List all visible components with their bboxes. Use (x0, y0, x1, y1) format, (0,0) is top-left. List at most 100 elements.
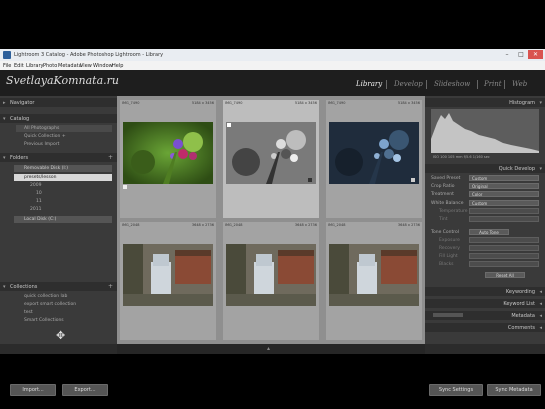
folder-item-2009[interactable]: 2009 (30, 183, 41, 188)
photo-thumbnail (226, 244, 316, 306)
catalog-item-all[interactable]: All Photographs (24, 126, 59, 131)
photo-thumbnail (226, 122, 316, 184)
module-library[interactable]: Library (356, 80, 382, 88)
grid-cell[interactable]: IMG_7490 5184 x 3456 (120, 100, 216, 218)
fill-light-arrows[interactable] (469, 253, 539, 259)
blacks-arrows[interactable] (469, 261, 539, 267)
fill-light-label: Fill Light (439, 254, 458, 259)
quick-develop-header[interactable]: Quick Develop ▾ (425, 164, 545, 173)
import-button[interactable]: Import... (10, 384, 56, 396)
volume2-label[interactable]: Local Disk (C:) (24, 217, 56, 222)
grid-cell[interactable]: IMG_7490 5184 x 3456 (326, 100, 422, 218)
collection-item[interactable]: test (24, 310, 33, 315)
menu-bar: File Edit Library Photo Metadata View Wi… (0, 61, 545, 70)
reset-all-button[interactable]: Reset All (485, 272, 525, 278)
badge-icon (411, 178, 415, 182)
crop-ratio-select[interactable]: Original (469, 183, 539, 189)
folders-header[interactable]: ▾ Folders + (0, 153, 117, 162)
collapse-triangle-icon: ◂ (539, 301, 542, 307)
white-balance-label: White Balance (431, 201, 464, 206)
grid-cell[interactable]: IMG_2048 3648 x 2736 (223, 222, 319, 340)
minimize-button[interactable]: – (500, 50, 514, 59)
right-panel: Histogram ▾ ISO 100 105 mm f/5.6 1/160 s… (425, 96, 545, 396)
add-collection-icon[interactable]: + (108, 283, 113, 290)
module-print[interactable]: Print (484, 80, 502, 88)
export-button[interactable]: Export... (62, 384, 108, 396)
exposure-arrows[interactable] (469, 237, 539, 243)
temperature-arrows[interactable] (469, 208, 539, 214)
expand-triangle-icon: ▾ (539, 100, 542, 106)
menu-help[interactable]: Help (112, 63, 123, 69)
collapse-triangle-icon: ◂ (539, 289, 542, 295)
folder-item-10[interactable]: 10 (36, 191, 42, 196)
left-panel: ▸ Navigator ▾ Catalog All Photographs Qu… (0, 96, 117, 396)
module-separator (477, 80, 478, 89)
blacks-label: Blacks (439, 262, 454, 267)
menu-view[interactable]: View (80, 63, 92, 69)
metadata-preset-select[interactable] (433, 313, 463, 317)
saved-preset-select[interactable]: Custom (469, 175, 539, 181)
menu-photo[interactable]: Photo (43, 63, 57, 69)
comments-header[interactable]: Comments ◂ (425, 323, 545, 332)
recovery-label: Recovery (439, 246, 460, 251)
recovery-arrows[interactable] (469, 245, 539, 251)
photo-grid: IMG_7490 5184 x 3456 IMG_7490 5184 x 345… (117, 96, 425, 344)
catalog-item-previous[interactable]: Previous Import (24, 142, 59, 147)
folder-item-2011[interactable]: 2011 (30, 207, 41, 212)
navigator-header[interactable]: ▸ Navigator (0, 98, 117, 107)
collection-item[interactable]: Smart Collections (24, 318, 64, 323)
grid-cell[interactable]: IMG_2048 3648 x 2736 (120, 222, 216, 340)
collections-header[interactable]: ▾ Collections + (0, 282, 117, 291)
collection-item[interactable]: export smart collection (24, 302, 76, 307)
module-separator (386, 80, 387, 89)
keyword-list-header[interactable]: Keyword List ◂ (425, 299, 545, 308)
histogram-readout: ISO 100 105 mm f/5.6 1/160 sec (433, 155, 490, 159)
catalog-item-quick[interactable]: Quick Collection + (24, 134, 66, 139)
close-button[interactable]: ✕ (528, 50, 543, 59)
crop-ratio-label: Crop Ratio (431, 184, 455, 189)
keywording-header[interactable]: Keywording ◂ (425, 287, 545, 296)
volume-label[interactable]: Removable Disk (I:) (24, 166, 68, 171)
collection-item[interactable]: quick collection lab (24, 294, 67, 299)
grid-cell[interactable]: IMG_2048 3648 x 2736 (326, 222, 422, 340)
toolbar-toggle-icon[interactable]: ▴ (267, 345, 270, 352)
badge-icon (308, 178, 312, 182)
expand-triangle-icon: ▾ (3, 284, 6, 290)
menu-window[interactable]: Window (93, 63, 113, 69)
identity-bar: SvetlayaKomnata.ru Library Develop Slide… (0, 70, 545, 96)
tint-arrows[interactable] (469, 216, 539, 222)
expand-triangle-icon: ▾ (3, 116, 6, 122)
histogram-graph (431, 109, 539, 153)
menu-edit[interactable]: Edit (14, 63, 24, 69)
folder-item-presets[interactable]: presets/lesson (24, 175, 56, 180)
histogram-header[interactable]: Histogram ▾ (425, 98, 545, 107)
lightroom-app-icon (3, 51, 11, 59)
module-web[interactable]: Web (512, 80, 527, 88)
move-cursor-icon: ✥ (56, 329, 66, 342)
auto-tone-button[interactable]: Auto Tone (469, 229, 509, 235)
catalog-header[interactable]: ▾ Catalog (0, 114, 117, 123)
module-develop[interactable]: Develop (394, 80, 423, 88)
collapse-triangle-icon: ◂ (539, 325, 542, 331)
expand-triangle-icon: ▾ (539, 166, 542, 172)
add-folder-icon[interactable]: + (108, 154, 113, 161)
menu-metadata[interactable]: Metadata (58, 63, 82, 69)
treatment-select[interactable]: Color (469, 191, 539, 197)
sync-settings-button[interactable]: Sync Settings (429, 384, 483, 396)
module-separator (426, 80, 427, 89)
title-bar: Lightroom 3 Catalog - Adobe Photoshop Li… (0, 49, 545, 61)
expand-triangle-icon: ▾ (3, 155, 6, 161)
grid-cell-selected[interactable]: IMG_7490 5184 x 3456 (223, 100, 319, 218)
grid-toolbar: ▴ (117, 344, 425, 354)
menu-library[interactable]: Library (26, 63, 43, 69)
white-balance-select[interactable]: Custom (469, 200, 539, 206)
folder-item-11[interactable]: 11 (36, 199, 42, 204)
sync-metadata-button[interactable]: Sync Metadata (487, 384, 541, 396)
photo-thumbnail (123, 122, 213, 184)
window-title: Lightroom 3 Catalog - Adobe Photoshop Li… (14, 52, 164, 58)
module-slideshow[interactable]: Slideshow (434, 80, 470, 88)
module-separator (504, 80, 505, 89)
maximize-button[interactable]: □ (514, 50, 528, 59)
photo-thumbnail (329, 244, 419, 306)
menu-file[interactable]: File (3, 63, 11, 69)
